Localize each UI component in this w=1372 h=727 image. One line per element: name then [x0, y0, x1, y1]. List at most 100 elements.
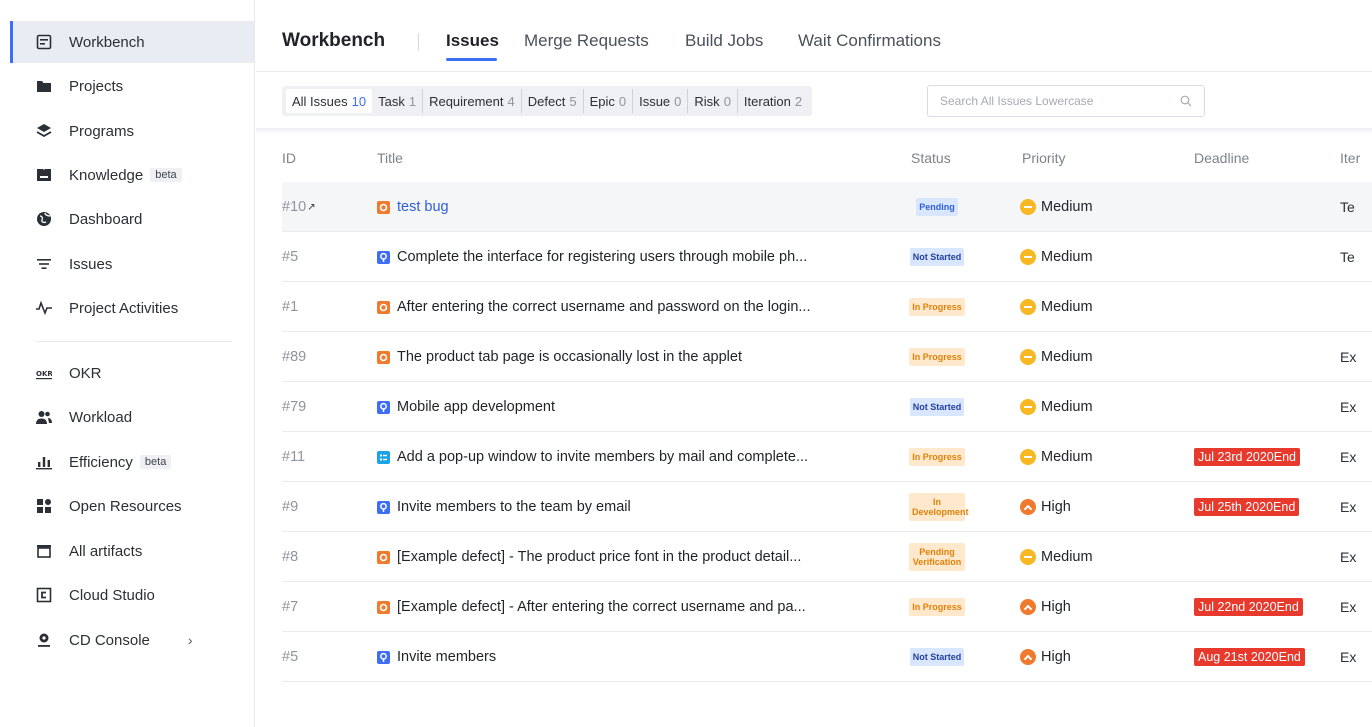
tab-build-jobs[interactable]: Build Jobs	[685, 31, 763, 51]
sidebar-item-workbench[interactable]: Workbench	[10, 21, 254, 63]
issue-title[interactable]: Invite members to the team by email	[397, 499, 631, 515]
sidebar-item-efficiency[interactable]: Efficiency beta	[10, 441, 254, 483]
status-badge[interactable]: In Progress	[909, 448, 965, 466]
column-header-priority[interactable]: Priority	[1022, 150, 1066, 166]
deadline-badge[interactable]: Jul 22nd 2020End	[1194, 598, 1303, 616]
issue-title[interactable]: Mobile app development	[397, 399, 555, 415]
list-top-shadow	[256, 128, 1372, 134]
okr-icon: OKR	[36, 365, 52, 381]
status-badge[interactable]: Not Started	[909, 248, 965, 266]
sidebar-item-issues[interactable]: Issues	[10, 243, 254, 285]
status-badge[interactable]: Not Started	[909, 648, 965, 666]
status-badge[interactable]: In Development	[909, 493, 969, 521]
issue-id: #9	[282, 499, 299, 515]
table-row[interactable]: #7 [Example defect] - After entering the…	[282, 582, 1372, 632]
sidebar-item-workload[interactable]: Workload	[10, 396, 254, 438]
issue-title[interactable]: Add a pop-up window to invite members by…	[397, 449, 808, 465]
tab-wait-confirmations[interactable]: Wait Confirmations	[798, 31, 941, 51]
issue-title[interactable]: The product tab page is occasionally los…	[397, 349, 742, 365]
table-row[interactable]: #5 Invite members Not Started High Aug 2…	[282, 632, 1372, 682]
issue-id: #5	[282, 649, 299, 665]
sidebar-item-projects[interactable]: Projects	[10, 65, 254, 107]
search-input[interactable]	[940, 94, 1170, 108]
filter-all-issues[interactable]: All Issues 10	[286, 89, 373, 113]
priority-value[interactable]: Medium	[1020, 382, 1093, 432]
sidebar-item-programs[interactable]: Programs	[10, 110, 254, 152]
sidebar-item-knowledge[interactable]: Knowledge beta	[10, 154, 254, 196]
priority-medium-icon	[1020, 549, 1036, 565]
issue-title[interactable]: Complete the interface for registering u…	[397, 249, 807, 265]
filter-requirement[interactable]: Requirement 4	[423, 89, 522, 113]
deadline-badge[interactable]: Aug 21st 2020End	[1194, 648, 1305, 666]
tab-issues[interactable]: Issues	[446, 31, 499, 51]
tab-merge-requests[interactable]: Merge Requests	[524, 31, 649, 51]
priority-medium-icon	[1020, 399, 1036, 415]
status-badge[interactable]: Pending	[916, 198, 958, 216]
table-row[interactable]: #11 Add a pop-up window to invite member…	[282, 432, 1372, 482]
sidebar-item-label: Projects	[69, 77, 124, 95]
priority-value[interactable]: Medium	[1020, 332, 1093, 382]
table-row[interactable]: #5 Complete the interface for registerin…	[282, 232, 1372, 282]
filter-risk[interactable]: Risk 0	[688, 89, 738, 113]
column-header-iteration[interactable]: Iter	[1340, 150, 1360, 166]
beta-badge: beta	[150, 168, 182, 182]
page-header: Workbench Issues Merge Requests Build Jo…	[256, 0, 1372, 72]
filter-iteration[interactable]: Iteration 2	[738, 89, 808, 113]
table-row[interactable]: #9 Invite members to the team by email I…	[282, 482, 1372, 532]
issue-title[interactable]: [Example defect] - The product price fon…	[397, 549, 801, 565]
issue-title[interactable]: After entering the correct username and …	[397, 299, 810, 315]
issue-id: #5	[282, 249, 299, 265]
deadline-badge[interactable]: Jul 23rd 2020End	[1194, 448, 1300, 466]
priority-value[interactable]: High	[1020, 582, 1071, 632]
table-row[interactable]: #1 After entering the correct username a…	[282, 282, 1372, 332]
defect-icon	[377, 600, 390, 614]
priority-value[interactable]: High	[1020, 482, 1071, 532]
grid-apps-icon	[36, 498, 52, 514]
sidebar-item-dashboard[interactable]: Dashboard	[10, 198, 254, 240]
filter-task[interactable]: Task 1	[372, 89, 424, 113]
iteration-value: Ex	[1340, 649, 1357, 665]
issue-title-link[interactable]: test bug	[397, 199, 449, 215]
filter-defect[interactable]: Defect 5	[522, 89, 584, 113]
issue-id: #89	[282, 349, 307, 365]
beta-badge: beta	[139, 455, 172, 469]
column-header-status[interactable]: Status	[911, 150, 951, 166]
priority-high-icon	[1020, 599, 1036, 615]
sidebar-item-cloud-studio[interactable]: Cloud Studio	[10, 574, 254, 616]
priority-value[interactable]: Medium	[1020, 282, 1093, 332]
priority-medium-icon	[1020, 449, 1036, 465]
status-badge[interactable]: In Progress	[909, 348, 965, 366]
status-badge[interactable]: In Progress	[909, 598, 965, 616]
iteration-value: Ex	[1340, 499, 1357, 515]
table-row[interactable]: #79 Mobile app development Not Started M…	[282, 382, 1372, 432]
priority-value[interactable]: Medium	[1020, 432, 1093, 482]
search-icon[interactable]	[1180, 95, 1192, 107]
issue-title[interactable]: Invite members	[397, 649, 496, 665]
deadline-badge[interactable]: Jul 25th 2020End	[1194, 498, 1300, 516]
table-row[interactable]: #10 ↗ test bug Pending Medium Te	[282, 182, 1372, 232]
priority-value[interactable]: Medium	[1020, 182, 1093, 232]
priority-value[interactable]: Medium	[1020, 532, 1093, 582]
page-title: Workbench	[282, 30, 386, 51]
priority-medium-icon	[1020, 349, 1036, 365]
filter-epic[interactable]: Epic 0	[584, 89, 634, 113]
table-row[interactable]: #8 [Example defect] - The product price …	[282, 532, 1372, 582]
sidebar-item-cd-console[interactable]: CD Console ›	[10, 619, 254, 661]
priority-value[interactable]: High	[1020, 632, 1071, 682]
status-badge[interactable]: Pending Verification	[909, 543, 965, 571]
status-badge[interactable]: In Progress	[909, 298, 965, 316]
priority-value[interactable]: Medium	[1020, 232, 1093, 282]
sidebar-item-all-artifacts[interactable]: All artifacts	[10, 530, 254, 572]
folder-icon	[36, 78, 52, 94]
sidebar-item-project-activities[interactable]: Project Activities	[10, 287, 254, 329]
status-badge[interactable]: Not Started	[909, 398, 965, 416]
activity-pulse-icon	[36, 300, 52, 316]
table-row[interactable]: #89 The product tab page is occasionally…	[282, 332, 1372, 382]
sidebar-item-open-resources[interactable]: Open Resources	[10, 485, 254, 527]
priority-medium-icon	[1020, 249, 1036, 265]
issue-title[interactable]: [Example defect] - After entering the co…	[397, 599, 806, 615]
column-header-deadline[interactable]: Deadline	[1194, 150, 1249, 166]
cloud-studio-icon	[36, 587, 52, 603]
filter-issue[interactable]: Issue 0	[633, 89, 689, 113]
sidebar-item-okr[interactable]: OKR OKR	[10, 352, 254, 394]
